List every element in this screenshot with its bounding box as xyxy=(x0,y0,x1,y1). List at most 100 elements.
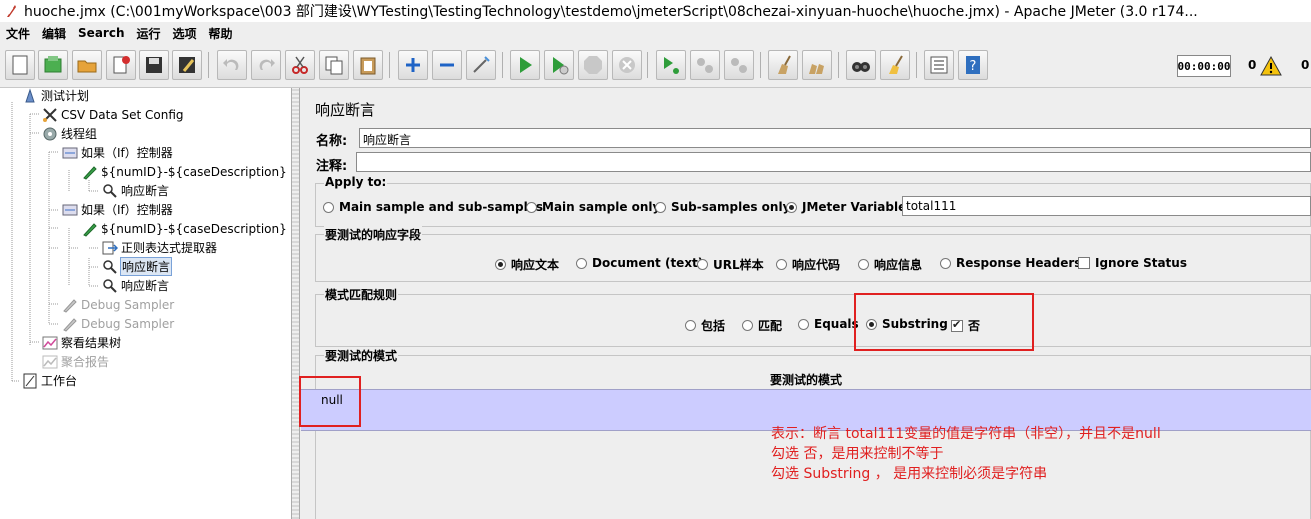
plus-icon xyxy=(406,58,420,72)
function-helper-button[interactable] xyxy=(924,50,954,80)
new-document-icon xyxy=(12,55,28,75)
rule-matches-radio[interactable]: 匹配 xyxy=(742,317,782,334)
apply-to-title: Apply to: xyxy=(324,175,388,189)
tree-item-debug-sampler-1[interactable]: Debug Sampler xyxy=(62,295,174,314)
menu-bar: 文件 编辑 Search 运行 选项 帮助 xyxy=(0,22,1311,44)
copy-button[interactable] xyxy=(319,50,349,80)
jmeter-variable-field[interactable]: total111 xyxy=(902,196,1311,216)
menu-edit[interactable]: 编辑 xyxy=(36,25,72,42)
shutdown-icon xyxy=(619,57,635,73)
tree-item-label: 聚合报告 xyxy=(61,355,110,369)
field-response-message-radio[interactable]: 响应信息 xyxy=(858,256,922,273)
clear-all-button[interactable] xyxy=(802,50,832,80)
title-bar: huoche.jmx (C:\001myWorkspace\003 部门建设\W… xyxy=(0,0,1311,22)
close-button[interactable] xyxy=(106,50,136,80)
tree-item-aggregate-report[interactable]: 聚合报告 xyxy=(42,352,109,371)
gear-icon xyxy=(42,126,58,142)
extractor-arrow-icon xyxy=(102,240,118,256)
field-url-radio[interactable]: URL样本 xyxy=(697,256,764,273)
tree-item-sampler-1[interactable]: ${numID}-${caseDescription} xyxy=(82,162,287,181)
ignore-status-checkbox[interactable]: Ignore Status xyxy=(1078,256,1187,270)
rule-contains-radio[interactable]: 包括 xyxy=(685,317,725,334)
help-icon: ? xyxy=(966,56,980,74)
undo-button[interactable] xyxy=(217,50,247,80)
tree-item-label: 如果（If）控制器 xyxy=(81,146,173,160)
minus-icon xyxy=(440,63,454,67)
rule-equals-radio[interactable]: Equals xyxy=(798,317,859,331)
start-no-pauses-button[interactable] xyxy=(544,50,574,80)
broom-icon xyxy=(778,55,791,74)
menu-file[interactable]: 文件 xyxy=(0,25,36,42)
cut-button[interactable] xyxy=(285,50,315,80)
reset-search-button[interactable] xyxy=(880,50,910,80)
name-label: 名称: xyxy=(316,134,348,149)
start-button[interactable] xyxy=(510,50,540,80)
save-as-button[interactable] xyxy=(172,50,202,80)
toolbar: ? xyxy=(0,44,1311,88)
tree-item-label: 如果（If）控制器 xyxy=(81,203,173,217)
apply-sub-only-radio[interactable]: Sub-samples only xyxy=(655,200,790,214)
chart-icon xyxy=(42,354,58,370)
tree-item-workbench[interactable]: 工作台 xyxy=(22,371,77,390)
play-no-timers-icon xyxy=(553,57,569,75)
tree-item-if-controller-1[interactable]: 如果（If）控制器 xyxy=(62,143,173,162)
sampler-pen-icon xyxy=(82,221,98,237)
toggle-button[interactable] xyxy=(466,50,496,80)
remote-play-icon xyxy=(664,57,679,74)
tree-item-regex-extractor[interactable]: 正则表达式提取器 xyxy=(102,238,217,257)
tree-item-test-plan[interactable]: 测试计划 xyxy=(22,86,89,105)
tree-item-view-results-tree[interactable]: 察看结果树 xyxy=(42,333,121,352)
save-button[interactable] xyxy=(139,50,169,80)
toggle-wand-icon xyxy=(473,56,490,73)
apply-jmeter-variable-radio[interactable]: JMeter Variable xyxy=(786,200,906,214)
thread-count: 0 xyxy=(1301,58,1310,72)
remote-start-button[interactable] xyxy=(656,50,686,80)
tree-item-if-controller-2[interactable]: 如果（If）控制器 xyxy=(62,200,173,219)
search-button[interactable] xyxy=(846,50,876,80)
highlight-substring-not xyxy=(854,293,1034,351)
paste-button[interactable] xyxy=(353,50,383,80)
collapse-all-button[interactable] xyxy=(432,50,462,80)
new-button[interactable] xyxy=(5,50,35,80)
menu-run[interactable]: 运行 xyxy=(130,25,166,42)
templates-button[interactable] xyxy=(38,50,68,80)
workbench-icon xyxy=(22,373,38,389)
shutdown-button[interactable] xyxy=(612,50,642,80)
panel-splitter[interactable] xyxy=(292,88,300,519)
expand-all-button[interactable] xyxy=(398,50,428,80)
tree-item-response-assertion-2[interactable]: 响应断言 xyxy=(102,257,173,276)
tree-item-response-assertion-1[interactable]: 响应断言 xyxy=(102,181,169,200)
remote-stop-button[interactable] xyxy=(690,50,720,80)
magnifier-icon xyxy=(102,278,118,294)
tree-item-label: 正则表达式提取器 xyxy=(121,241,218,255)
scissors-icon xyxy=(42,107,58,123)
field-response-text-radio[interactable]: 响应文本 xyxy=(495,256,559,273)
comment-field[interactable] xyxy=(356,152,1311,172)
warning-icon[interactable] xyxy=(1260,55,1282,77)
menu-options[interactable]: 选项 xyxy=(167,25,203,42)
field-document-text-radio[interactable]: Document (text) xyxy=(576,256,703,270)
help-button[interactable]: ? xyxy=(958,50,988,80)
tree-item-response-assertion-3[interactable]: 响应断言 xyxy=(102,276,169,295)
binoculars-icon xyxy=(852,62,870,72)
field-response-headers-radio[interactable]: Response Headers xyxy=(940,256,1081,270)
annotation-note: 表示：断言 total111变量的值是字符串（非空），并且不是null 勾选 否… xyxy=(771,424,1161,484)
open-button[interactable] xyxy=(72,50,102,80)
remote-stop-icon xyxy=(697,58,713,73)
remote-shutdown-button[interactable] xyxy=(724,50,754,80)
name-field[interactable]: 响应断言 xyxy=(359,128,1311,148)
apply-main-and-sub-radio[interactable]: Main sample and sub-samples xyxy=(323,200,543,214)
clear-button[interactable] xyxy=(768,50,798,80)
menu-search[interactable]: Search xyxy=(72,26,130,40)
field-response-code-radio[interactable]: 响应代码 xyxy=(776,256,840,273)
tree-item-thread-group[interactable]: 线程组 xyxy=(42,124,97,143)
redo-button[interactable] xyxy=(251,50,281,80)
tree-item-label: Debug Sampler xyxy=(81,316,175,331)
menu-help[interactable]: 帮助 xyxy=(203,25,239,42)
tree-item-csv-data-set[interactable]: CSV Data Set Config xyxy=(42,105,184,124)
tree-item-sampler-2[interactable]: ${numID}-${caseDescription} xyxy=(82,219,287,238)
tree-item-debug-sampler-2[interactable]: Debug Sampler xyxy=(62,314,174,333)
tree-item-label: CSV Data Set Config xyxy=(61,107,184,122)
stop-button[interactable] xyxy=(578,50,608,80)
apply-main-only-radio[interactable]: Main sample only xyxy=(526,200,660,214)
